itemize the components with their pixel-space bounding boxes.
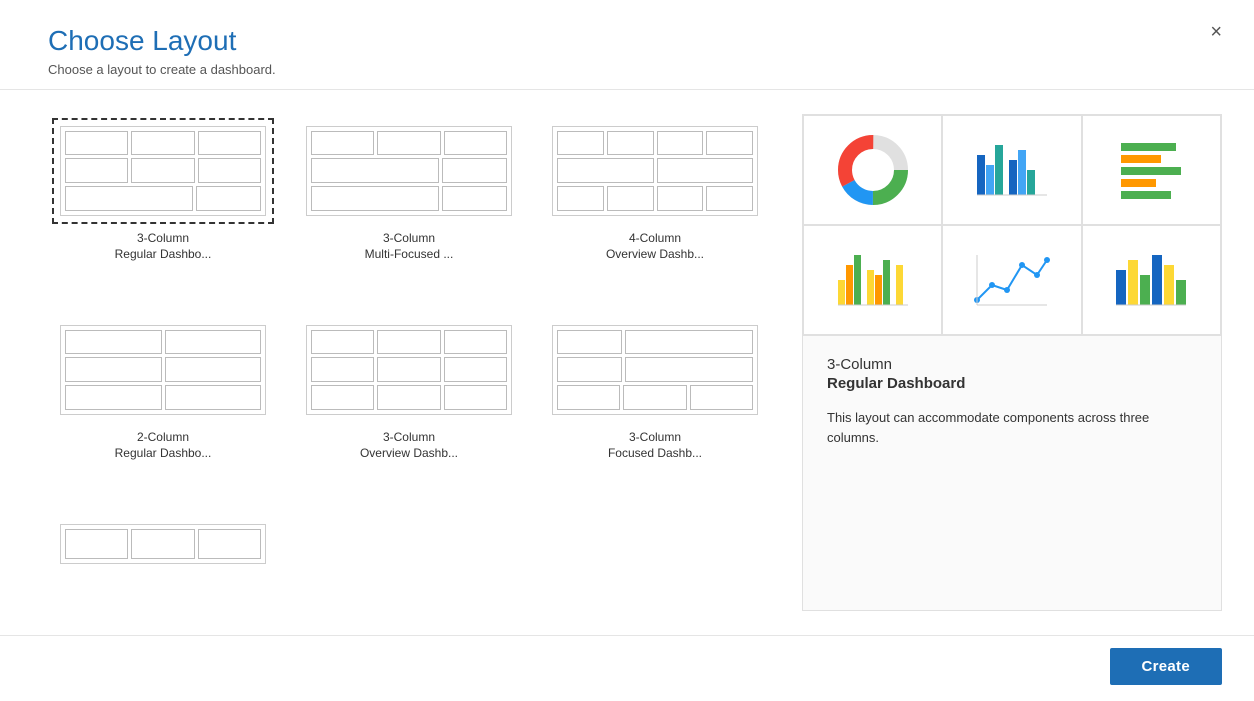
chart-cell-line xyxy=(942,225,1081,335)
bar-chart-svg xyxy=(972,130,1052,210)
preview-cell xyxy=(311,158,439,183)
layout-item-4col-overview[interactable]: 4-ColumnOverview Dashb... xyxy=(540,114,770,297)
preview-cell xyxy=(311,186,439,211)
detail-layout-type: 3-Column xyxy=(827,356,1197,373)
preview-cell xyxy=(657,186,704,211)
preview-cell xyxy=(311,330,374,355)
preview-cell xyxy=(625,357,753,382)
create-button[interactable]: Create xyxy=(1110,648,1223,685)
preview-cell xyxy=(377,330,440,355)
layout-label-4col-overview: 4-ColumnOverview Dashb... xyxy=(606,230,704,264)
chart-cell-mixed xyxy=(1082,225,1221,335)
preview-cell xyxy=(131,131,194,156)
detail-info: 3-Column Regular Dashboard This layout c… xyxy=(803,336,1221,470)
dialog-footer: Create xyxy=(0,635,1254,701)
layout-item-3col-regular[interactable]: 3-ColumnRegular Dashbo... xyxy=(48,114,278,297)
mixed-chart-svg xyxy=(1111,240,1191,320)
preview-cell xyxy=(377,357,440,382)
close-button[interactable]: × xyxy=(1202,18,1230,46)
layout-label-3col-multifocused: 3-ColumnMulti-Focused ... xyxy=(365,230,454,264)
hbar-chart-svg xyxy=(1111,130,1191,210)
dialog-body: 3-ColumnRegular Dashbo... xyxy=(0,90,1254,635)
layout-item-3col-multifocused[interactable]: 3-ColumnMulti-Focused ... xyxy=(294,114,524,297)
preview-cell xyxy=(657,131,704,156)
preview-cell xyxy=(557,385,620,410)
preview-cell xyxy=(131,158,194,183)
layout-list-container: 3-ColumnRegular Dashbo... xyxy=(48,114,778,611)
layout-item-3col-overview[interactable]: 3-ColumnOverview Dashb... xyxy=(294,313,524,496)
layout-label-3col-overview: 3-ColumnOverview Dashb... xyxy=(360,429,458,463)
preview-cell xyxy=(65,529,128,559)
layout-item-partial[interactable] xyxy=(48,512,278,611)
preview-cell xyxy=(65,186,193,211)
layout-label-3col-focused: 3-ColumnFocused Dashb... xyxy=(608,429,702,463)
preview-cell xyxy=(557,131,604,156)
preview-cell xyxy=(657,158,754,183)
preview-cell xyxy=(444,330,507,355)
detail-panel: 3-Column Regular Dashboard This layout c… xyxy=(802,114,1222,611)
preview-cell xyxy=(196,186,261,211)
preview-cell xyxy=(165,330,262,355)
dialog-subtitle: Choose a layout to create a dashboard. xyxy=(48,62,1222,77)
preview-cell xyxy=(131,529,194,559)
preview-cell xyxy=(557,357,622,382)
detail-description: This layout can accommodate components a… xyxy=(827,408,1197,450)
preview-cell xyxy=(65,357,162,382)
detail-layout-name: Regular Dashboard xyxy=(827,375,1197,392)
preview-cell xyxy=(444,357,507,382)
preview-cell xyxy=(444,385,507,410)
bar2-chart-svg xyxy=(833,240,913,320)
preview-cell xyxy=(65,158,128,183)
preview-cell xyxy=(311,385,374,410)
chart-cell-bar xyxy=(942,115,1081,225)
preview-cell xyxy=(444,131,507,156)
line-chart-svg xyxy=(972,240,1052,320)
preview-cell xyxy=(607,186,654,211)
preview-cell xyxy=(442,158,507,183)
chart-grid xyxy=(803,115,1221,336)
preview-cell xyxy=(690,385,753,410)
dialog-title: Choose Layout xyxy=(48,24,1222,58)
preview-cell xyxy=(65,330,162,355)
preview-cell xyxy=(557,186,604,211)
layout-item-3col-focused[interactable]: 3-ColumnFocused Dashb... xyxy=(540,313,770,496)
preview-cell xyxy=(65,131,128,156)
preview-cell xyxy=(65,385,162,410)
layout-item-2col-regular[interactable]: 2-ColumnRegular Dashbo... xyxy=(48,313,278,496)
preview-cell xyxy=(377,131,440,156)
preview-cell xyxy=(165,357,262,382)
preview-cell xyxy=(311,357,374,382)
dialog-header: Choose Layout Choose a layout to create … xyxy=(0,0,1254,90)
chart-cell-hbar xyxy=(1082,115,1221,225)
preview-cell xyxy=(198,131,261,156)
preview-cell xyxy=(623,385,686,410)
chart-cell-donut xyxy=(803,115,942,225)
choose-layout-dialog: Choose Layout Choose a layout to create … xyxy=(0,0,1254,701)
layout-label-2col-regular: 2-ColumnRegular Dashbo... xyxy=(115,429,212,463)
preview-cell xyxy=(557,330,622,355)
preview-cell xyxy=(165,385,262,410)
preview-cell xyxy=(442,186,507,211)
preview-cell xyxy=(706,186,753,211)
preview-cell xyxy=(706,131,753,156)
preview-cell xyxy=(607,131,654,156)
preview-cell xyxy=(625,330,753,355)
donut-chart-svg xyxy=(833,130,913,210)
layout-label-3col-regular: 3-ColumnRegular Dashbo... xyxy=(115,230,212,264)
preview-cell xyxy=(311,131,374,156)
preview-cell xyxy=(198,158,261,183)
preview-cell xyxy=(377,385,440,410)
chart-cell-bar2 xyxy=(803,225,942,335)
layout-grid: 3-ColumnRegular Dashbo... xyxy=(48,114,778,611)
preview-cell xyxy=(557,158,654,183)
preview-cell xyxy=(198,529,261,559)
